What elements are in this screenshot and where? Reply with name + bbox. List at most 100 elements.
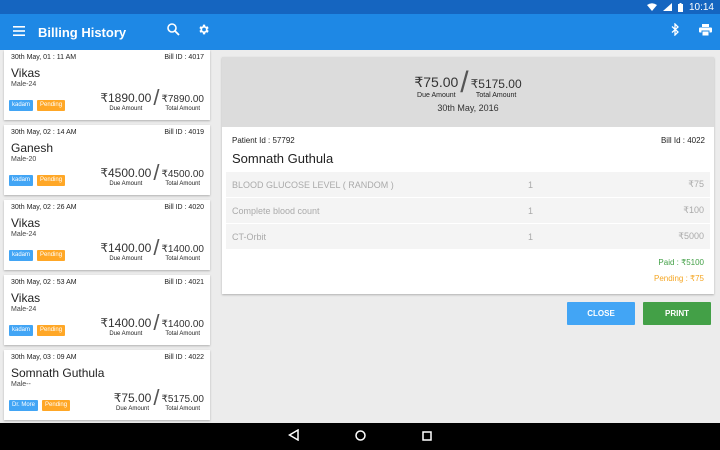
wifi-icon <box>646 3 657 11</box>
item-description: Complete blood count <box>232 205 320 216</box>
bill-card[interactable]: 30th May, 02 : 14 AM Bill ID : 4019 Ganes… <box>4 125 210 195</box>
patient-gender-age: Male-- <box>11 381 31 388</box>
bill-id: Bill ID : 4017 <box>164 54 204 61</box>
back-icon[interactable] <box>288 428 299 446</box>
bill-list[interactable]: 30th May, 01 : 11 AM Bill ID : 4017 Vikas… <box>0 50 214 423</box>
bluetooth-icon <box>671 22 680 41</box>
patient-name: Vikas <box>11 291 41 305</box>
close-button[interactable]: CLOSE <box>567 302 635 325</box>
item-price: ₹75 <box>688 179 704 189</box>
due-amount-label: Due Amount <box>109 331 143 337</box>
item-description: BLOOD GLUCOSE LEVEL ( RANDOM ) <box>232 179 394 190</box>
due-amount: ₹1400.00 <box>100 241 152 255</box>
bill-id: Bill ID : 4022 <box>164 354 204 361</box>
printer-icon <box>698 23 712 41</box>
battery-icon <box>677 2 683 12</box>
status-badge: Pending <box>37 250 66 261</box>
patient-id: Patient Id : 57792 <box>232 136 295 145</box>
item-quantity: 1 <box>528 205 534 216</box>
amount-divider: / <box>153 385 160 410</box>
search-icon <box>166 23 180 41</box>
bill-summary-header: ₹75.00 Due Amount / ₹5175.00 Total Amount … <box>222 57 714 127</box>
total-amount: ₹1400.00 <box>161 319 204 330</box>
doctor-tag: kadam <box>9 100 34 111</box>
bill-datetime: 30th May, 02 : 26 AM <box>11 204 77 211</box>
total-amount: ₹4500.00 <box>161 169 204 180</box>
recents-icon[interactable] <box>422 428 432 446</box>
detail-due-amount: ₹75.00 <box>414 74 459 90</box>
item-quantity: 1 <box>528 231 534 242</box>
due-amount: ₹1400.00 <box>100 316 152 330</box>
amount-divider: / <box>153 310 160 335</box>
bill-id: Bill ID : 4021 <box>164 279 204 286</box>
total-amount-label: Total Amount <box>165 256 201 262</box>
status-bar: 10:14 <box>0 0 720 14</box>
patient-name: Vikas <box>11 66 41 80</box>
bluetooth-button[interactable] <box>660 14 690 50</box>
total-amount: ₹5175.00 <box>161 394 204 405</box>
patient-name: Vikas <box>11 216 41 230</box>
signal-icon <box>662 3 672 11</box>
bill-item-row: BLOOD GLUCOSE LEVEL ( RANDOM ) 1 ₹75 <box>226 172 710 198</box>
detail-patient-name: Somnath Guthula <box>232 151 334 166</box>
detail-total-label: Total Amount <box>475 92 517 99</box>
patient-name: Somnath Guthula <box>11 366 105 380</box>
total-amount: ₹1400.00 <box>161 244 204 255</box>
menu-button[interactable] <box>0 14 38 50</box>
item-quantity: 1 <box>528 179 534 190</box>
bill-id: Bill ID : 4019 <box>164 129 204 136</box>
bill-datetime: 30th May, 01 : 11 AM <box>11 54 77 61</box>
doctor-tag: kadam <box>9 175 34 186</box>
bill-card[interactable]: 30th May, 01 : 11 AM Bill ID : 4017 Vikas… <box>4 50 210 120</box>
due-amount: ₹4500.00 <box>100 166 152 180</box>
status-badge: Pending <box>37 175 66 186</box>
bill-item-row: Complete blood count 1 ₹100 <box>226 198 710 224</box>
doctor-tag: kadam <box>9 250 34 261</box>
bill-date: 30th May, 2016 <box>437 103 499 113</box>
print-toolbar-button[interactable] <box>690 14 720 50</box>
amount-divider: / <box>153 160 160 185</box>
detail-bill-id: Bill Id : 4022 <box>660 136 705 145</box>
navigation-bar <box>0 423 720 450</box>
total-amount-label: Total Amount <box>165 406 201 412</box>
patient-name: Ganesh <box>11 141 54 155</box>
total-amount-label: Total Amount <box>165 106 201 112</box>
status-badge: Pending <box>37 325 66 336</box>
total-amount: ₹7890.00 <box>161 94 204 105</box>
doctor-tag: kadam <box>9 325 34 336</box>
detail-due-label: Due Amount <box>417 92 456 99</box>
due-amount-label: Due Amount <box>109 106 143 112</box>
total-amount-label: Total Amount <box>165 181 201 187</box>
item-price: ₹5000 <box>678 231 704 241</box>
amount-divider: / <box>153 235 160 260</box>
bill-card[interactable]: 30th May, 02 : 53 AM Bill ID : 4021 Vikas… <box>4 275 210 345</box>
gear-icon <box>197 23 210 41</box>
item-description: CT-Orbit <box>232 231 267 242</box>
amount-divider: / <box>153 85 160 110</box>
bill-id: Bill ID : 4020 <box>164 204 204 211</box>
bill-item-row: CT-Orbit 1 ₹5000 <box>226 224 710 250</box>
print-button[interactable]: PRINT <box>643 302 711 325</box>
due-amount-label: Due Amount <box>109 256 143 262</box>
bill-card[interactable]: 30th May, 02 : 26 AM Bill ID : 4020 Vikas… <box>4 200 210 270</box>
home-icon[interactable] <box>355 428 366 446</box>
patient-gender-age: Male-24 <box>11 306 37 313</box>
due-amount-label: Due Amount <box>109 181 143 187</box>
bill-datetime: 30th May, 02 : 53 AM <box>11 279 77 286</box>
status-badge: Pending <box>42 400 71 411</box>
pending-amount: Pending : ₹75 <box>653 274 704 283</box>
menu-icon <box>13 23 25 41</box>
settings-button[interactable] <box>188 14 218 50</box>
bill-datetime: 30th May, 02 : 14 AM <box>11 129 77 136</box>
patient-gender-age: Male-24 <box>11 231 37 238</box>
bill-card[interactable]: 30th May, 03 : 09 AM Bill ID : 4022 Somna… <box>4 350 210 420</box>
app-bar: Billing History <box>0 14 720 50</box>
bill-datetime: 30th May, 03 : 09 AM <box>11 354 77 361</box>
amount-divider: / <box>460 66 469 99</box>
search-button[interactable] <box>158 14 188 50</box>
item-price: ₹100 <box>683 205 704 215</box>
page-title: Billing History <box>38 24 127 40</box>
doctor-tag: Dr. More <box>9 400 39 411</box>
detail-total-amount: ₹5175.00 <box>470 77 522 91</box>
patient-gender-age: Male-20 <box>11 156 37 163</box>
